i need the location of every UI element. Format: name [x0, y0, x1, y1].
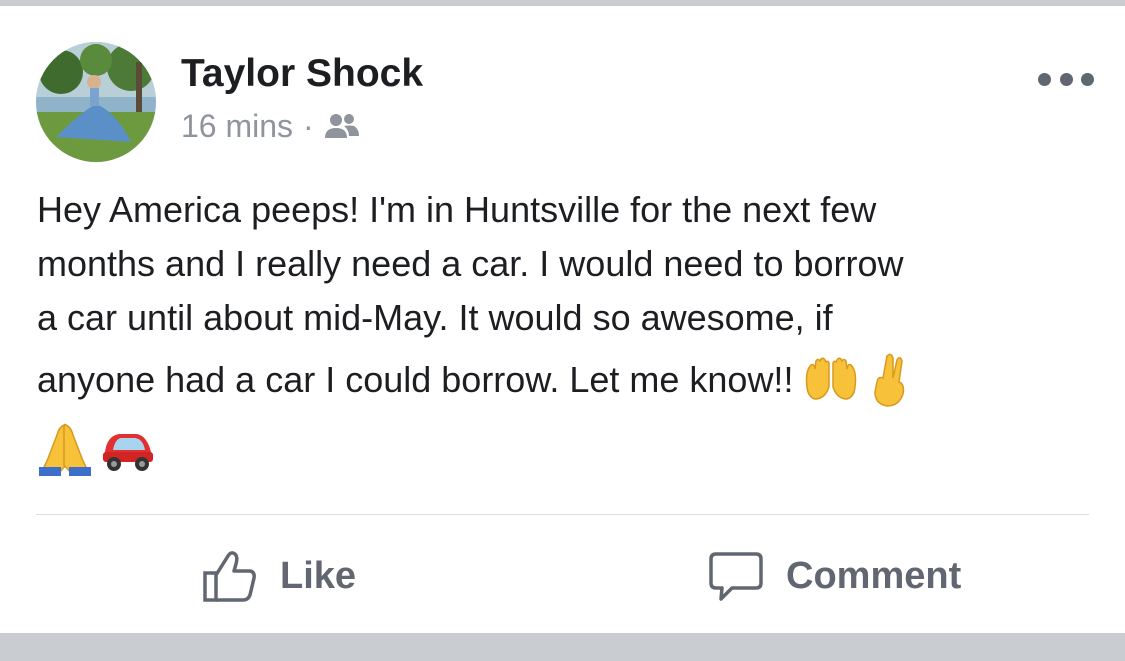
post-meta: 16 mins · — [181, 106, 360, 146]
comment-icon — [708, 548, 764, 604]
avatar[interactable] — [36, 42, 156, 162]
like-label: Like — [280, 554, 357, 597]
more-dot — [1081, 72, 1094, 86]
more-dot — [1059, 72, 1073, 86]
red-car-emoji — [99, 426, 157, 477]
bottom-separator-band — [0, 633, 1125, 661]
post-text-line: a car until about mid-May. It would so a… — [37, 297, 833, 338]
meta-separator: · — [303, 107, 314, 144]
like-button[interactable]: Like — [202, 545, 356, 607]
raised-hands-emoji — [803, 357, 859, 403]
folded-hands-emoji — [37, 421, 93, 482]
crossed-fingers-emoji — [869, 352, 909, 408]
post-text-line: anyone had a car I could borrow. Let me … — [37, 345, 1087, 415]
friends-icon[interactable] — [324, 111, 360, 141]
author-name[interactable]: Taylor Shock — [181, 52, 423, 96]
more-options-icon[interactable] — [1038, 70, 1094, 88]
thumbs-up-icon — [202, 548, 258, 604]
comment-button[interactable]: Comment — [708, 545, 961, 607]
comment-label: Comment — [786, 554, 962, 597]
post-text-line: months and I really need a car. I would … — [37, 243, 904, 284]
post-text-line: Hey America peeps! I'm in Huntsville for… — [37, 189, 877, 230]
emoji-row — [37, 421, 1087, 481]
action-divider — [36, 514, 1089, 515]
post-body: Hey America peeps! I'm in Huntsville for… — [37, 183, 1087, 481]
post-time[interactable]: 16 mins — [181, 108, 293, 145]
more-dot — [1038, 72, 1051, 86]
top-separator-band — [0, 0, 1125, 6]
